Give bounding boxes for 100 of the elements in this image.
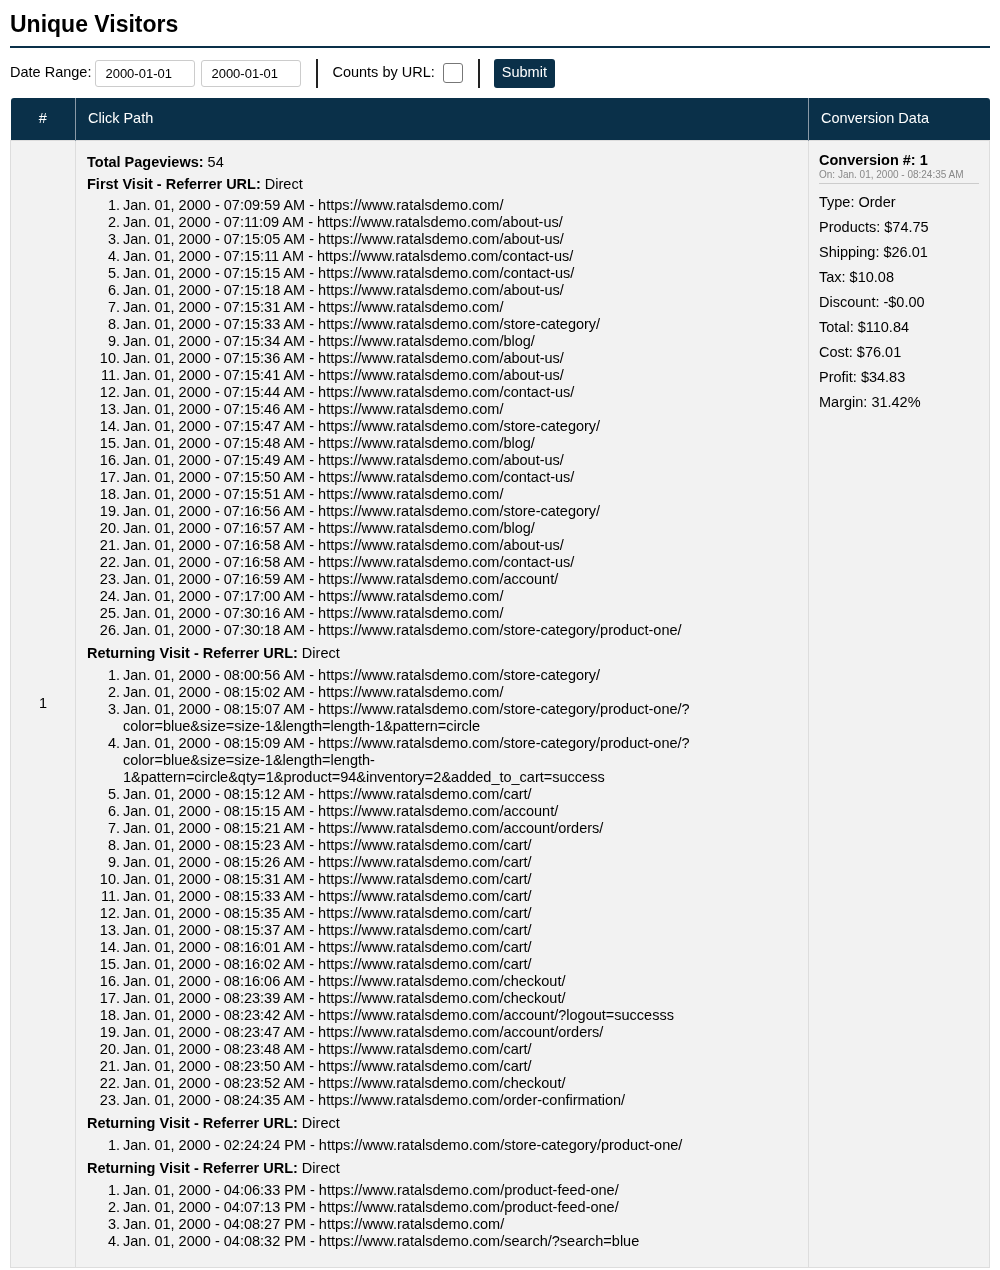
click-path-entry: Jan. 01, 2000 - 07:15:36 AM - https://www.ratalsdemo.com/about-us/ bbox=[123, 350, 565, 368]
click-path-entry: Jan. 01, 2000 - 08:15:31 AM - https://www.ratalsdemo.com/cart/ bbox=[123, 871, 533, 888]
submit-button[interactable]: Submit bbox=[493, 58, 555, 88]
click-path-entry: Jan. 01, 2000 - 07:15:05 AM - https://www.ratalsdemo.com/about-us/ bbox=[123, 231, 565, 249]
list-number: 3. bbox=[106, 231, 121, 249]
click-path-entry: Jan. 01, 2000 - 07:15:47 AM - https://www.ratalsdemo.com/store-category/ bbox=[123, 418, 602, 436]
list-number: 1. bbox=[106, 667, 121, 684]
click-path-entry: Jan. 01, 2000 - 08:15:26 AM - https://www.ratalsdemo.com/cart/ bbox=[123, 854, 533, 871]
list-number: 4. bbox=[106, 248, 121, 266]
column-header: Click Path bbox=[75, 98, 809, 140]
click-path-entry: Jan. 01, 2000 - 08:15:21 AM - https://www.ratalsdemo.com/account/orders/ bbox=[123, 820, 605, 837]
click-path-entry: Jan. 01, 2000 - 07:15:41 AM - https://www.ratalsdemo.com/about-us/ bbox=[123, 367, 565, 385]
click-path-entry: Jan. 01, 2000 - 07:15:15 AM - https://www.ratalsdemo.com/contact-us/ bbox=[123, 265, 576, 283]
total-pageviews: Total Pageviews: 54 bbox=[87, 152, 225, 172]
click-path-entry: Jan. 01, 2000 - 08:23:50 AM - https://www.ratalsdemo.com/cart/ bbox=[123, 1058, 533, 1075]
list-number: 9. bbox=[106, 854, 121, 871]
list-number: 9. bbox=[106, 333, 121, 351]
list-number: 4. bbox=[106, 735, 121, 753]
list-number: 20. bbox=[98, 1041, 121, 1058]
click-path-entry: Jan. 01, 2000 - 08:23:48 AM - https://www.ratalsdemo.com/cart/ bbox=[123, 1041, 533, 1058]
visit-heading: Returning Visit - Referrer URL: Direct bbox=[87, 644, 340, 664]
visit-heading: Returning Visit - Referrer URL: Direct bbox=[87, 1158, 340, 1178]
click-path-entry: Jan. 01, 2000 - 07:30:18 AM - https://www.ratalsdemo.com/store-category/product-one/ bbox=[123, 622, 683, 640]
conversion-detail: Type: Order bbox=[819, 192, 897, 212]
click-path-entry: Jan. 01, 2000 - 08:23:47 AM - https://www.ratalsdemo.com/account/orders/ bbox=[123, 1024, 605, 1041]
click-path-entry: Jan. 01, 2000 - 07:15:51 AM - https://www.ratalsdemo.com/ bbox=[123, 486, 505, 504]
list-number: 20. bbox=[98, 520, 121, 538]
list-number: 7. bbox=[106, 299, 121, 317]
conversion-detail: Shipping: $26.01 bbox=[819, 242, 929, 262]
click-path-entry: Jan. 01, 2000 - 08:24:35 AM - https://www.ratalsdemo.com/order-confirmation/ bbox=[123, 1092, 627, 1109]
click-path-entry: Jan. 01, 2000 - 08:23:52 AM - https://www.ratalsdemo.com/checkout/ bbox=[123, 1075, 567, 1092]
conversion-detail: Cost: $76.01 bbox=[819, 342, 903, 362]
list-number: 3. bbox=[106, 1215, 121, 1233]
click-path-entry: Jan. 01, 2000 - 07:30:16 AM - https://www.ratalsdemo.com/ bbox=[123, 605, 505, 623]
list-number: 13. bbox=[98, 401, 121, 419]
list-number: 13. bbox=[98, 922, 121, 939]
click-path-entry: Jan. 01, 2000 - 08:00:56 AM - https://www.ratalsdemo.com/store-category/ bbox=[123, 667, 602, 684]
conversion-detail: Tax: $10.08 bbox=[819, 267, 895, 287]
column-header: # bbox=[10, 98, 76, 140]
conversion-detail: Products: $74.75 bbox=[819, 217, 930, 237]
list-number: 12. bbox=[98, 905, 121, 922]
list-number: 26. bbox=[98, 622, 121, 640]
list-number: 12. bbox=[98, 384, 121, 402]
list-number: 18. bbox=[98, 1007, 121, 1024]
click-path-entry: Jan. 01, 2000 - 07:17:00 AM - https://www.ratalsdemo.com/ bbox=[123, 588, 505, 606]
click-path-entry: Jan. 01, 2000 - 08:16:06 AM - https://www.ratalsdemo.com/checkout/ bbox=[123, 973, 567, 990]
click-path-entry: Jan. 01, 2000 - 08:15:12 AM - https://www.ratalsdemo.com/cart/ bbox=[123, 786, 533, 803]
list-number: 6. bbox=[106, 282, 121, 300]
list-number: 16. bbox=[98, 973, 121, 990]
list-number: 2. bbox=[106, 684, 121, 701]
click-path-entry: Jan. 01, 2000 - 07:15:34 AM - https://www.ratalsdemo.com/blog/ bbox=[123, 333, 536, 351]
list-number: 16. bbox=[98, 452, 121, 470]
click-path-entry: Jan. 01, 2000 - 07:11:09 AM - https://www.ratalsdemo.com/about-us/ bbox=[123, 214, 564, 232]
list-number: 19. bbox=[98, 503, 121, 521]
list-number: 1. bbox=[106, 197, 121, 215]
click-path-entry: Jan. 01, 2000 - 07:15:33 AM - https://www.ratalsdemo.com/store-category/ bbox=[123, 316, 602, 334]
click-path-entry: Jan. 01, 2000 - 04:06:33 PM - https://www.ratalsdemo.com/product-feed-one/ bbox=[123, 1181, 620, 1199]
click-path-entry: Jan. 01, 2000 - 07:16:59 AM - https://www.ratalsdemo.com/account/ bbox=[123, 571, 560, 589]
conversion-date: On: Jan. 01, 2000 - 08:24:35 AM bbox=[819, 168, 979, 184]
list-number: 24. bbox=[98, 588, 121, 606]
list-number: 22. bbox=[98, 1075, 121, 1092]
date-from-field[interactable]: 2000-01-01 bbox=[95, 59, 196, 87]
row-number-cell: 1 bbox=[10, 140, 76, 1267]
date-to-field[interactable]: 2000-01-01 bbox=[201, 59, 302, 87]
click-path-entry: Jan. 01, 2000 - 08:15:35 AM - https://www.ratalsdemo.com/cart/ bbox=[123, 905, 533, 922]
click-path-entry: Jan. 01, 2000 - 07:16:58 AM - https://www.ratalsdemo.com/contact-us/ bbox=[123, 554, 576, 572]
conversion-detail: Profit: $34.83 bbox=[819, 367, 907, 387]
list-number: 1. bbox=[106, 1181, 121, 1199]
click-path-entry: Jan. 01, 2000 - 04:08:32 PM - https://www.ratalsdemo.com/search/?search=blue bbox=[123, 1232, 641, 1250]
counts-by-url-checkbox[interactable] bbox=[442, 63, 463, 83]
click-path-entry: Jan. 01, 2000 - 08:23:39 AM - https://www.ratalsdemo.com/checkout/ bbox=[123, 990, 567, 1007]
list-number: 21. bbox=[98, 537, 121, 555]
list-number: 4. bbox=[106, 1232, 121, 1250]
click-path-entry: Jan. 01, 2000 - 02:24:24 PM - https://www.ratalsdemo.com/store-category/product-one/ bbox=[123, 1136, 684, 1154]
click-path-entry: Jan. 01, 2000 - 08:16:02 AM - https://www.ratalsdemo.com/cart/ bbox=[123, 956, 533, 973]
counts-by-url-label: Counts by URL: bbox=[332, 63, 435, 83]
date-range-label: Date Range: bbox=[10, 63, 92, 83]
list-number: 11. bbox=[99, 367, 121, 385]
click-path-entry: Jan. 01, 2000 - 07:15:50 AM - https://www.ratalsdemo.com/contact-us/ bbox=[123, 469, 576, 487]
conversion-detail: Discount: -$0.00 bbox=[819, 292, 926, 312]
list-number: 6. bbox=[106, 803, 121, 820]
list-number: 18. bbox=[98, 486, 121, 504]
click-path-entry: Jan. 01, 2000 - 08:15:09 AM - https://www.ratalsdemo.com/store-category/product-one/?color=blue&size=size-1&length=length-1&pattern=circle&qty=1&product=94&inventory=2&added_to_cart=success bbox=[123, 735, 691, 786]
click-path-entry: Jan. 01, 2000 - 07:15:49 AM - https://www.ratalsdemo.com/about-us/ bbox=[123, 452, 565, 470]
list-number: 21. bbox=[98, 1058, 121, 1075]
list-number: 14. bbox=[98, 418, 121, 436]
click-path-entry: Jan. 01, 2000 - 07:15:44 AM - https://www.ratalsdemo.com/contact-us/ bbox=[123, 384, 576, 402]
click-path-entry: Jan. 01, 2000 - 04:07:13 PM - https://www.ratalsdemo.com/product-feed-one/ bbox=[123, 1198, 620, 1216]
click-path-entry: Jan. 01, 2000 - 07:15:11 AM - https://www.ratalsdemo.com/contact-us/ bbox=[123, 248, 575, 266]
list-number: 10. bbox=[98, 350, 121, 368]
list-number: 8. bbox=[106, 837, 121, 854]
list-number: 22. bbox=[98, 554, 121, 572]
list-number: 2. bbox=[106, 1198, 121, 1216]
list-number: 1. bbox=[106, 1136, 121, 1154]
list-number: 5. bbox=[106, 265, 121, 283]
visit-heading: First Visit - Referrer URL: Direct bbox=[87, 174, 303, 194]
list-number: 19. bbox=[98, 1024, 121, 1041]
click-path-entry: Jan. 01, 2000 - 07:09:59 AM - https://www.ratalsdemo.com/ bbox=[123, 197, 505, 215]
list-number: 11. bbox=[99, 888, 121, 905]
click-path-entry: Jan. 01, 2000 - 07:15:18 AM - https://www.ratalsdemo.com/about-us/ bbox=[123, 282, 565, 300]
